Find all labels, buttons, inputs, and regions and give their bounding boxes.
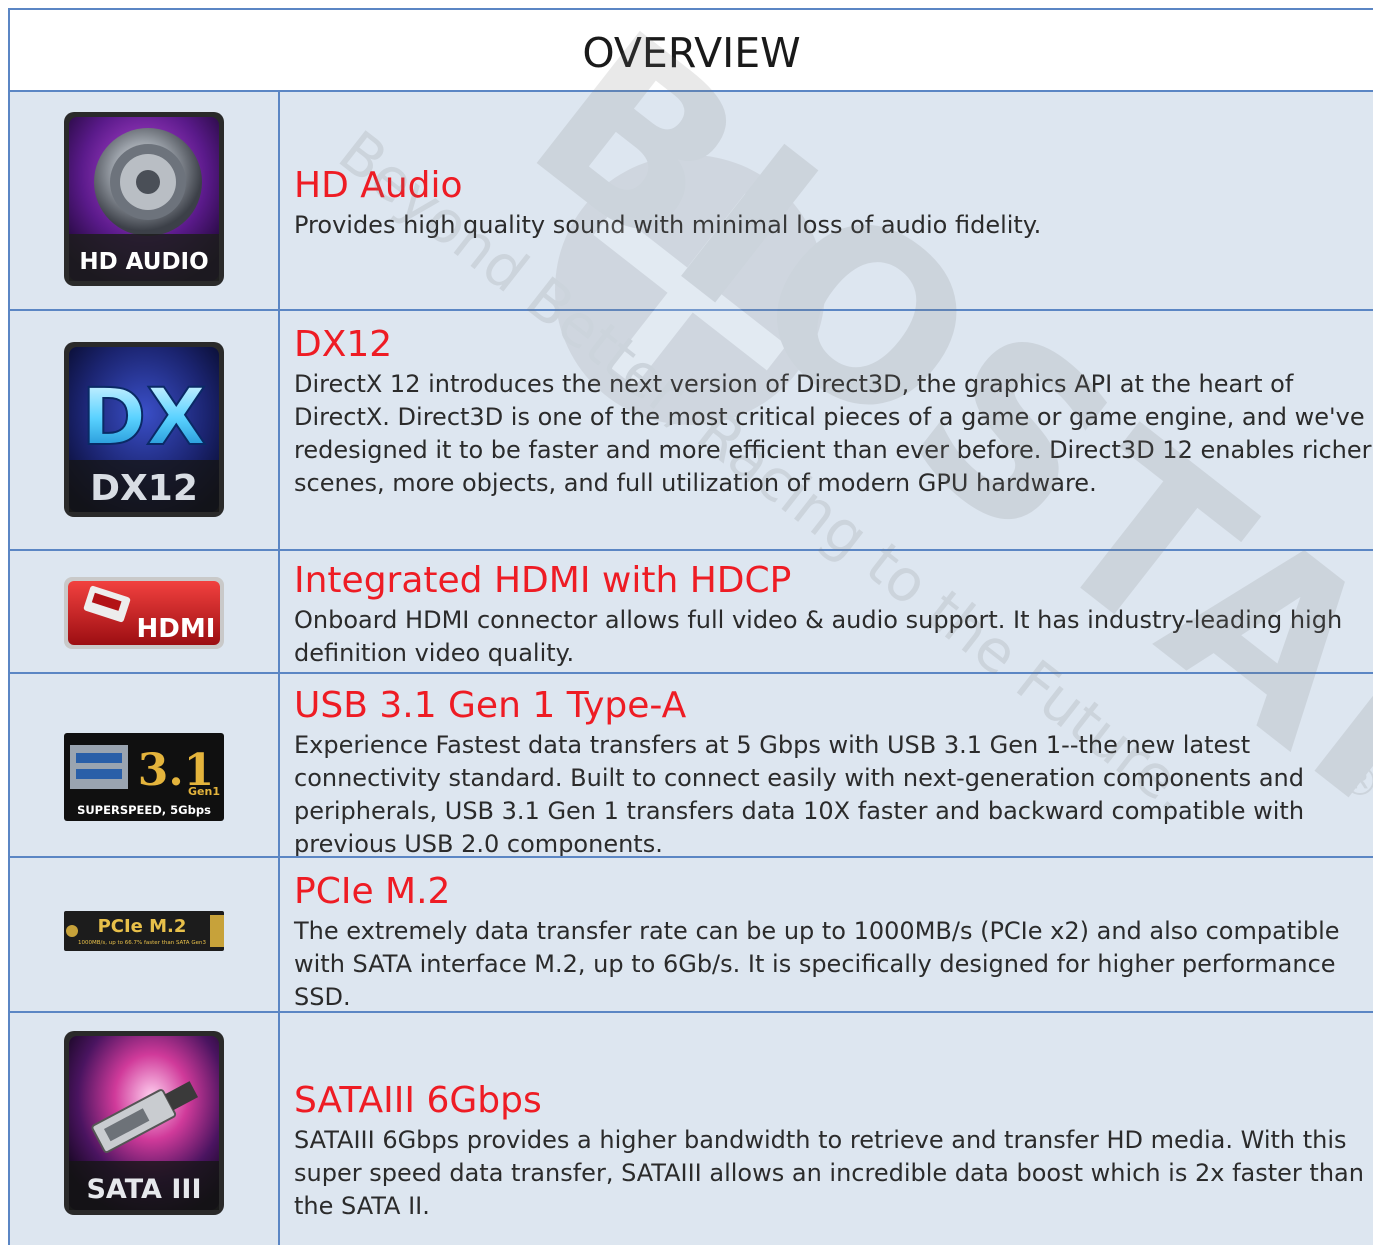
hd-audio-icon: HD AUDIO — [64, 112, 224, 286]
dx12-icon-label: DX12 — [90, 468, 198, 509]
feature-description-pcie-m2: The extremely data transfer rate can be … — [294, 917, 1340, 1011]
hdmi-icon-label: HDMI — [137, 614, 216, 644]
feature-title-pcie-m2: PCIe M.2 — [294, 871, 451, 912]
column-divider — [278, 1013, 280, 1245]
pcie-m2-icon-label: PCIe M.2 — [98, 916, 187, 937]
usb-3-1-icon: 3.1 Gen1 SUPERSPEED, 5Gbps — [64, 733, 224, 821]
feature-title-usb-3-1: USB 3.1 Gen 1 Type-A — [294, 685, 687, 726]
feature-row-pcie-m2: PCIe M.2 1000MB/s, up to 66.7% faster th… — [8, 856, 1373, 1011]
overview-table: OVERVIEW HD AUDIO HD Audio Provides high… — [8, 8, 1373, 1245]
pcie-m2-icon-caption: 1000MB/s, up to 66.7% faster than SATA G… — [78, 940, 206, 946]
feature-title-hd-audio: HD Audio — [294, 165, 463, 206]
column-divider — [278, 311, 280, 549]
feature-row-hdmi: HDMI Integrated HDMI with HDCP Onboard H… — [8, 549, 1373, 672]
column-divider — [278, 92, 280, 309]
sata-iii-icon-label: SATA III — [86, 1174, 201, 1205]
feature-title-hdmi: Integrated HDMI with HDCP — [294, 560, 792, 601]
feature-title-dx12: DX12 — [294, 324, 393, 365]
usb-3-1-icon-sub: Gen1 — [188, 785, 220, 798]
dx12-icon: DX DX12 — [64, 342, 224, 517]
feature-row-sata-iii: SATA III SATAIII 6Gbps SATAIII 6Gbps pro… — [8, 1011, 1373, 1245]
feature-description-sata-iii: SATAIII 6Gbps provides a higher bandwidt… — [294, 1126, 1364, 1220]
feature-row-hd-audio: HD AUDIO HD Audio Provides high quality … — [8, 90, 1373, 309]
dx12-icon-big-text: DX — [82, 373, 207, 463]
page-title: OVERVIEW — [582, 29, 801, 77]
feature-description-hdmi: Onboard HDMI connector allows full video… — [294, 606, 1343, 667]
feature-row-usb-3-1: 3.1 Gen1 SUPERSPEED, 5Gbps USB 3.1 Gen 1… — [8, 672, 1373, 858]
sata-iii-icon: SATA III — [64, 1031, 224, 1215]
hd-audio-icon-label: HD AUDIO — [79, 249, 208, 275]
feature-description-hd-audio: Provides high quality sound with minimal… — [294, 211, 1042, 239]
column-divider — [278, 674, 280, 856]
feature-description-dx12: DirectX 12 introduces the next version o… — [294, 370, 1372, 497]
feature-description-usb-3-1: Experience Fastest data transfers at 5 G… — [294, 731, 1305, 858]
hdmi-icon: HDMI — [64, 577, 224, 649]
feature-title-sata-iii: SATAIII 6Gbps — [294, 1080, 542, 1121]
usb-3-1-icon-caption: SUPERSPEED, 5Gbps — [77, 803, 211, 817]
column-divider — [278, 551, 280, 672]
column-divider — [278, 858, 280, 1011]
feature-row-dx12: DX DX12 DX12 DirectX 12 introduces the n… — [8, 309, 1373, 549]
pcie-m2-icon: PCIe M.2 1000MB/s, up to 66.7% faster th… — [64, 911, 224, 951]
overview-header: OVERVIEW — [8, 8, 1373, 90]
